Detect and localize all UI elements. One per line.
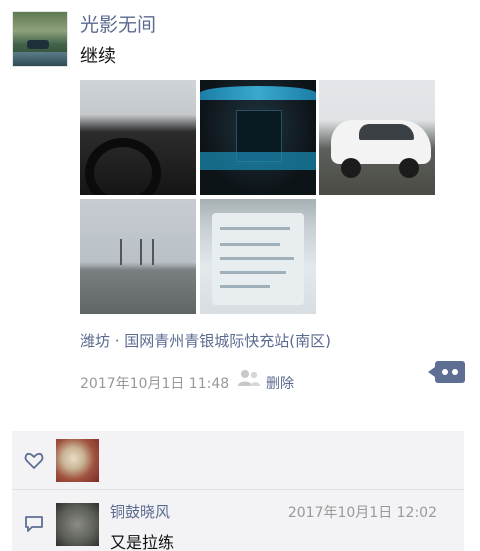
comment-avatar[interactable]	[56, 503, 99, 546]
receipt-line	[220, 243, 280, 246]
pylon-shape	[120, 239, 122, 265]
receipt-line	[220, 227, 290, 230]
heart-icon	[24, 452, 44, 469]
photo-charging-car[interactable]	[319, 80, 435, 195]
post-time: 2017年10月1日 11:48	[80, 376, 230, 392]
post-avatar[interactable]	[12, 11, 68, 67]
pylon-shape	[152, 239, 154, 265]
delete-button[interactable]: 删除	[266, 373, 294, 393]
pylon-shape	[140, 239, 142, 265]
receipt-line	[220, 257, 294, 260]
panel-divider	[12, 489, 464, 490]
photo-dashboard[interactable]	[200, 80, 316, 195]
more-button[interactable]	[428, 361, 465, 383]
receipt-line	[220, 271, 286, 274]
people-icon[interactable]	[237, 369, 261, 387]
receipt-shape	[212, 213, 304, 305]
steering-wheel-shape	[85, 138, 161, 195]
avatar-detail	[27, 40, 49, 49]
interaction-panel: 铜鼓晓风 2017年10月1日 12:02 又是拉练	[12, 431, 464, 551]
photo-car-interior[interactable]	[80, 80, 196, 195]
comment-author[interactable]: 铜鼓晓风	[110, 501, 170, 522]
dashboard-bar	[200, 152, 316, 170]
comment-time: 2017年10月1日 12:02	[287, 505, 437, 521]
more-button-notch	[428, 367, 435, 377]
photo-charging-station[interactable]	[80, 199, 196, 314]
post-location[interactable]: 潍坊 · 国网青州青银城际快充站(南区)	[80, 330, 331, 351]
post-text: 继续	[80, 46, 116, 67]
comment-text[interactable]: 又是拉练	[110, 529, 174, 551]
more-dots-icon	[442, 369, 448, 375]
post-username[interactable]: 光影无间	[80, 10, 156, 37]
car-wheel-rear	[399, 158, 419, 178]
photo-charging-receipt[interactable]	[200, 199, 316, 314]
comment-icon	[25, 516, 43, 532]
receipt-line	[220, 285, 270, 288]
more-dots-icon	[452, 369, 458, 375]
car-wheel-front	[341, 158, 361, 178]
dashboard-glow	[200, 86, 316, 100]
photo-grid	[80, 80, 435, 314]
car-window-shape	[359, 124, 414, 140]
like-avatar[interactable]	[56, 439, 99, 482]
avatar-water	[13, 52, 67, 66]
